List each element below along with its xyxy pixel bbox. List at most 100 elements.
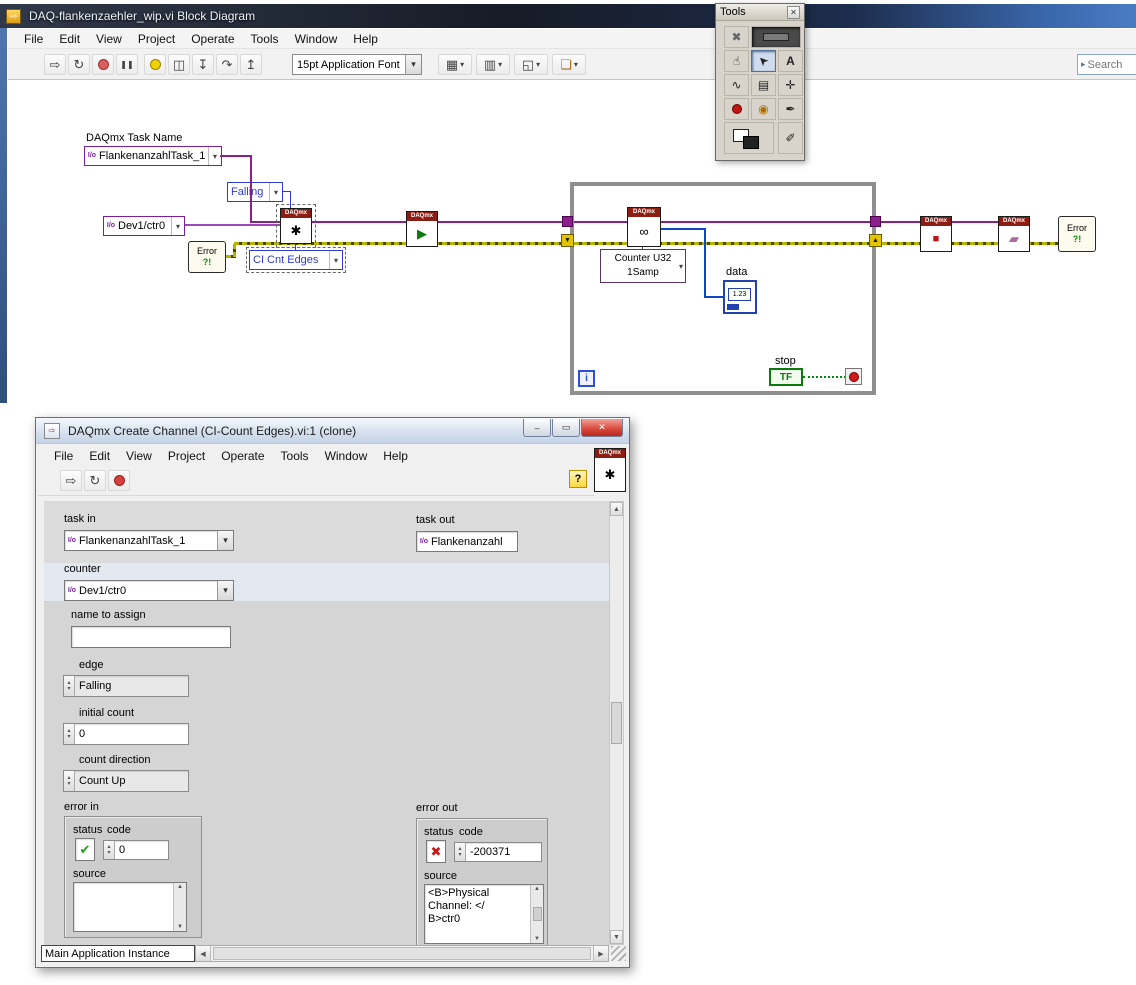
initial-count-control[interactable]: ▴ ▾ 0 bbox=[63, 723, 189, 745]
error-out-code-field[interactable]: ▴ ▾ -200371 bbox=[454, 842, 542, 862]
fp-menu-window[interactable]: Window bbox=[317, 447, 376, 465]
tool-scroll[interactable]: ✛ bbox=[778, 74, 803, 96]
retain-wire-values-button[interactable]: ◫ bbox=[168, 54, 190, 75]
error-out-indicator[interactable]: Error ?! bbox=[1058, 216, 1096, 252]
initial-count-spinner[interactable]: ▴ ▾ bbox=[64, 724, 75, 744]
menu-file[interactable]: File bbox=[16, 30, 51, 48]
scroll-left-button[interactable]: ◀ bbox=[196, 946, 211, 961]
wire-error[interactable] bbox=[882, 242, 1058, 245]
wire-task[interactable] bbox=[312, 221, 406, 223]
search-box[interactable]: ▸ bbox=[1077, 54, 1136, 75]
counter-dropdown-icon[interactable]: ▾ bbox=[217, 581, 233, 600]
iteration-terminal[interactable]: i bbox=[578, 370, 595, 387]
menu-tools[interactable]: Tools bbox=[243, 30, 287, 48]
wire-error[interactable] bbox=[233, 244, 236, 258]
count-direction-control[interactable]: ▴ ▾ Count Up bbox=[63, 770, 189, 792]
resize-objects-button[interactable]: ◱ ▾ bbox=[514, 54, 548, 75]
daqmx-create-channel-node[interactable]: DAQmx ✱ bbox=[276, 204, 316, 248]
tool-set-color[interactable] bbox=[724, 122, 774, 154]
wire-task[interactable] bbox=[220, 155, 252, 157]
tool-operate[interactable]: ☝ bbox=[724, 50, 749, 72]
error-out-source-field[interactable]: <B>Physical Channel: </ B>ctr0 ▲ ▼ bbox=[424, 884, 544, 944]
menu-help[interactable]: Help bbox=[345, 30, 386, 48]
wire-task[interactable] bbox=[252, 221, 280, 223]
tools-palette-titlebar[interactable]: Tools ✕ bbox=[716, 4, 804, 21]
reorder-button[interactable]: ❏ ▾ bbox=[552, 54, 586, 75]
stop-terminal[interactable]: TF bbox=[769, 368, 803, 386]
fp-menu-help[interactable]: Help bbox=[375, 447, 416, 465]
font-selector[interactable]: 15pt Application Font ▾ bbox=[292, 54, 422, 75]
count-direction-spinner[interactable]: ▴ ▾ bbox=[64, 771, 75, 791]
counter-io-constant[interactable]: I/o Dev1/ctr0 ▾ bbox=[103, 216, 185, 236]
edge-enum-constant[interactable]: Falling ▾ bbox=[227, 182, 283, 202]
tool-position[interactable]: ➤ bbox=[751, 50, 776, 72]
error-in-source-field[interactable]: ▲ ▼ bbox=[73, 882, 187, 932]
menu-view[interactable]: View bbox=[88, 30, 130, 48]
tool-label[interactable]: A bbox=[778, 50, 803, 72]
fp-menu-operate[interactable]: Operate bbox=[213, 447, 272, 465]
counter-combo[interactable]: I/o Dev1/ctr0 ▾ bbox=[64, 580, 234, 601]
tool-breakpoint[interactable] bbox=[724, 98, 749, 120]
close-button[interactable]: ✕ bbox=[581, 419, 623, 437]
menu-operate[interactable]: Operate bbox=[183, 30, 242, 48]
read-polymorphic-selector[interactable]: Counter U32 1Samp ▾ bbox=[600, 249, 686, 283]
menu-window[interactable]: Window bbox=[287, 30, 346, 48]
tool-auto-select[interactable]: ✖ bbox=[724, 26, 749, 48]
run-button[interactable]: ⇨ bbox=[44, 54, 66, 75]
error-in-code-field[interactable]: ▴ ▾ 0 bbox=[103, 840, 169, 860]
daqmx-start-task-node[interactable]: DAQmx ▶ bbox=[406, 211, 438, 247]
fp-abort-button[interactable] bbox=[108, 470, 130, 491]
loop-condition-terminal[interactable] bbox=[845, 368, 862, 385]
shift-register-left[interactable]: ▼ bbox=[561, 234, 574, 247]
step-over-button[interactable]: ↷ bbox=[216, 54, 238, 75]
scroll-thumb[interactable] bbox=[213, 947, 591, 960]
wire-channel[interactable] bbox=[185, 224, 280, 226]
daqmx-read-node[interactable]: DAQmx ∞ bbox=[627, 207, 661, 247]
wire-task[interactable] bbox=[438, 221, 562, 223]
data-indicator-terminal[interactable]: 1.23 bbox=[723, 280, 757, 314]
fp-menu-tools[interactable]: Tools bbox=[273, 447, 317, 465]
task-in-dropdown-icon[interactable]: ▾ bbox=[217, 531, 233, 550]
menu-project[interactable]: Project bbox=[130, 30, 183, 48]
tool-brush[interactable]: ✐ bbox=[778, 122, 803, 154]
scroll-thumb[interactable] bbox=[611, 702, 622, 744]
scroll-up-button[interactable]: ▲ bbox=[610, 502, 623, 516]
task-in-combo[interactable]: I/o FlankenanzahlTask_1 ▾ bbox=[64, 530, 234, 551]
abort-button[interactable] bbox=[92, 54, 114, 75]
daqmx-stop-task-node[interactable]: DAQmx ■ bbox=[920, 216, 952, 252]
vertical-scrollbar[interactable]: ▲ ▼ bbox=[609, 501, 624, 945]
code-spinner[interactable]: ▴ ▾ bbox=[455, 843, 466, 861]
scroll-down-button[interactable]: ▼ bbox=[610, 930, 623, 944]
scroll-right-button[interactable]: ▶ bbox=[593, 946, 608, 961]
tool-object-menu[interactable]: ▤ bbox=[751, 74, 776, 96]
font-selector-dropdown-icon[interactable]: ▾ bbox=[405, 55, 421, 74]
search-input[interactable] bbox=[1087, 58, 1134, 71]
highlight-execution-button[interactable] bbox=[144, 54, 166, 75]
selector-dropdown-icon[interactable]: ▾ bbox=[679, 260, 683, 274]
wire-task[interactable] bbox=[952, 221, 998, 223]
source-scrollbar[interactable]: ▲ ▼ bbox=[173, 883, 186, 931]
fp-menu-edit[interactable]: Edit bbox=[81, 447, 118, 465]
edge-enum-dropdown-icon[interactable]: ▾ bbox=[269, 183, 282, 201]
step-out-button[interactable]: ↥ bbox=[240, 54, 262, 75]
tools-palette-close-button[interactable]: ✕ bbox=[787, 5, 800, 19]
source-scrollbar[interactable]: ▲ ▼ bbox=[530, 885, 543, 943]
daqmx-clear-task-node[interactable]: DAQmx ▰ bbox=[998, 216, 1030, 252]
pause-button[interactable]: ❚❚ bbox=[116, 54, 138, 75]
block-diagram-titlebar[interactable]: ⇨ DAQ-flankenzaehler_wip.vi Block Diagra… bbox=[0, 4, 1136, 28]
loop-tunnel-task-right[interactable] bbox=[870, 216, 881, 227]
error-out-status-boolean[interactable]: ✖ bbox=[426, 840, 446, 863]
error-in-status-boolean[interactable]: ✔ bbox=[75, 838, 95, 861]
distribute-objects-button[interactable]: ▥ ▾ bbox=[476, 54, 510, 75]
daqmx-task-name-constant[interactable]: I/o FlankenanzahlTask_1 ▾ bbox=[84, 146, 222, 166]
ci-cnt-edges-dropdown-icon[interactable]: ▾ bbox=[329, 251, 342, 269]
loop-tunnel-task-left[interactable] bbox=[562, 216, 573, 227]
fp-menu-project[interactable]: Project bbox=[160, 447, 213, 465]
edge-control[interactable]: ▴ ▾ Falling bbox=[63, 675, 189, 697]
scroll-thumb[interactable] bbox=[532, 907, 542, 921]
shift-register-right[interactable]: ▲ bbox=[869, 234, 882, 247]
tool-probe[interactable]: ◉ bbox=[751, 98, 776, 120]
edge-spinner[interactable]: ▴ ▾ bbox=[64, 676, 75, 696]
run-continuous-button[interactable]: ↻ bbox=[68, 54, 90, 75]
fp-run-continuous-button[interactable]: ↻ bbox=[84, 470, 106, 491]
